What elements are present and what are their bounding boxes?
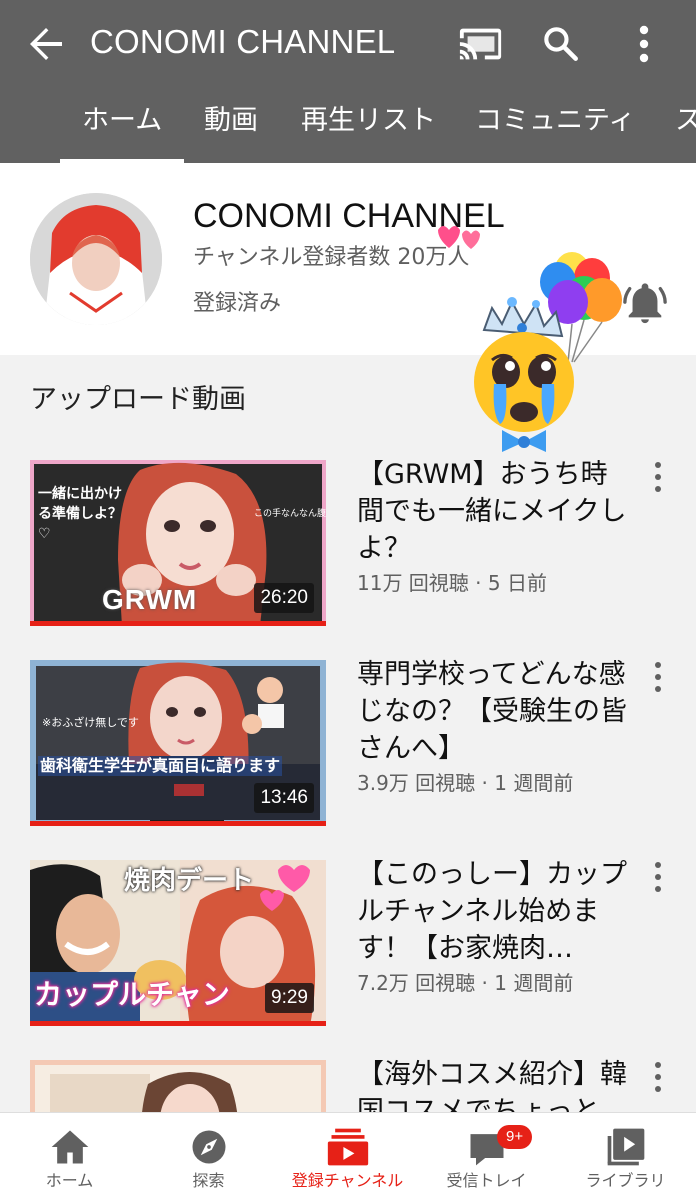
watched-progress-bar (30, 821, 326, 826)
video-item[interactable]: 焼肉デート カップルチャン 9:29 【このっしー】カップルチャンネル始めます！… (0, 859, 696, 1030)
uploads-feed: アップロード動画 一緒に出かける準備しよ？♡ この手なんなん腹立つ GRWM 2… (0, 355, 696, 1112)
more-vert-icon[interactable] (646, 660, 670, 700)
video-duration: 9:29 (265, 983, 314, 1013)
video-title[interactable]: 【海外コスメ紹介】韓国コスメでちょっと (357, 1056, 632, 1112)
video-title[interactable]: 【GRWM】おうち時間でも一緒にメイクしよ？ (357, 456, 632, 567)
nav-explore[interactable]: 探索 (139, 1113, 278, 1200)
app-bar: CONOMI CHANNEL (0, 0, 696, 88)
back-arrow-icon[interactable] (22, 20, 70, 68)
thumbnail-big-text: GRWM (102, 584, 198, 615)
video-meta: 7.2万 回視聴 · 1 週間前 (357, 971, 574, 995)
search-icon[interactable] (537, 20, 585, 68)
tab-store[interactable]: ス (675, 88, 696, 163)
subscriber-count: チャンネル登録者数 20万人 (193, 245, 470, 270)
video-title[interactable]: 【このっしー】カップルチャンネル始めます！【お家焼肉… (357, 856, 632, 967)
video-duration: 26:20 (254, 583, 314, 613)
thumbnail-caption: 焼肉デート (124, 866, 255, 896)
explore-icon (187, 1125, 231, 1169)
more-vert-icon[interactable] (646, 1060, 670, 1100)
app-bar-title: CONOMI CHANNEL (90, 23, 396, 60)
nav-label: 探索 (192, 1171, 225, 1190)
watched-progress-bar (30, 621, 326, 626)
inbox-badge: 9+ (497, 1125, 533, 1149)
video-title[interactable]: 専門学校ってどんな感じなの？【受験生の皆さんへ】 (357, 656, 632, 767)
more-vert-icon[interactable] (646, 460, 670, 500)
tab-community[interactable]: コミュニティ (475, 88, 635, 163)
video-thumbnail[interactable]: 一緒に出かける準備しよ？♡ この手なんなん腹立つ GRWM 26:20 (30, 460, 326, 626)
bottom-navigation: ホーム 探索 登録チャンネル 9+ 受信トレイ ライブラリ (0, 1112, 696, 1200)
home-icon (48, 1125, 92, 1169)
video-meta: 11万 回視聴 · 5 日前 (357, 571, 547, 595)
nav-label: ライブラリ (585, 1171, 666, 1190)
nav-home[interactable]: ホーム (0, 1113, 139, 1200)
thumbnail-caption-secondary: この手なんなん腹立つ (254, 509, 326, 519)
video-thumbnail[interactable] (30, 1060, 326, 1112)
video-item[interactable]: ※おふざけ無しです 歯科衛生学生が真面目に語ります 13:46 専門学校ってどん… (0, 659, 696, 830)
channel-tabs: ホーム 動画 再生リスト コミュニティ ス (0, 88, 696, 163)
video-duration: 13:46 (254, 783, 314, 813)
nav-inbox[interactable]: 9+ 受信トレイ (417, 1113, 556, 1200)
thumbnail-caption: ※おふざけ無しです (42, 716, 139, 729)
tab-home[interactable]: ホーム (59, 88, 185, 163)
thumbnail-big-text: カップルチャン (34, 978, 230, 1011)
subscribed-button[interactable]: 登録済み (193, 287, 281, 321)
channel-avatar[interactable] (30, 193, 162, 325)
section-title: アップロード動画 (30, 384, 246, 415)
thumbnail-caption: 一緒に出かける準備しよ？♡ (38, 486, 122, 542)
nav-library[interactable]: ライブラリ (556, 1113, 695, 1200)
nav-label: 受信トレイ (446, 1171, 527, 1190)
library-icon (604, 1125, 648, 1169)
nav-subscriptions[interactable]: 登録チャンネル (278, 1113, 417, 1200)
hearts-sticker (432, 222, 492, 256)
video-thumbnail[interactable]: ※おふざけ無しです 歯科衛生学生が真面目に語ります 13:46 (30, 660, 326, 826)
watched-progress-bar (30, 1021, 326, 1026)
tab-videos[interactable]: 動画 (204, 88, 258, 163)
cast-icon[interactable] (457, 20, 505, 68)
tab-playlists[interactable]: 再生リスト (301, 88, 436, 163)
thumbnail-big-text: 歯科衛生学生が真面目に語ります (38, 756, 283, 776)
video-thumbnail[interactable]: 焼肉デート カップルチャン 9:29 (30, 860, 326, 1026)
video-item[interactable]: 【海外コスメ紹介】韓国コスメでちょっと (0, 1059, 696, 1112)
nav-label: ホーム (45, 1171, 94, 1190)
more-vert-icon[interactable] (646, 860, 670, 900)
video-item[interactable]: 一緒に出かける準備しよ？♡ この手なんなん腹立つ GRWM 26:20 【GRW… (0, 459, 696, 630)
video-meta: 3.9万 回視聴 · 1 週間前 (357, 771, 574, 795)
more-vert-icon[interactable] (620, 20, 668, 68)
crying-emoji-balloons-sticker (472, 252, 632, 454)
subscriptions-icon (326, 1125, 370, 1169)
nav-label: 登録チャンネル (291, 1171, 404, 1190)
